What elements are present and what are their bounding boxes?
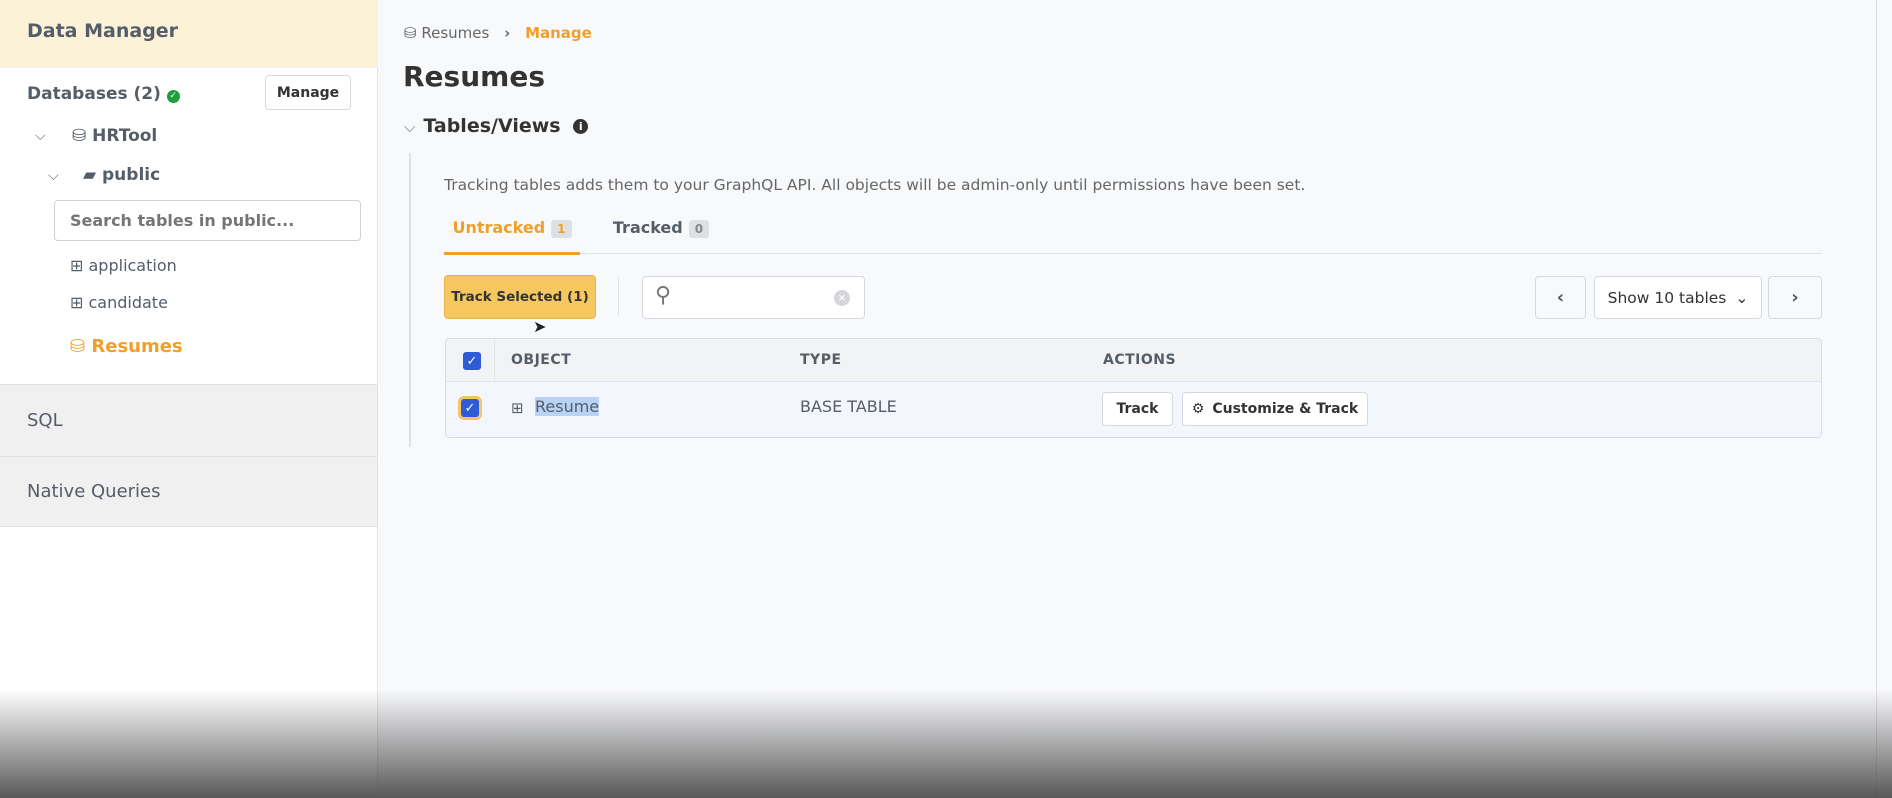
item-label: Resumes bbox=[91, 336, 183, 357]
table-icon: ⊞ bbox=[70, 293, 84, 312]
sidebar-section-native-queries[interactable]: Native Queries bbox=[0, 456, 377, 527]
button-label: Customize & Track bbox=[1212, 401, 1359, 417]
sidebar-title: Data Manager bbox=[0, 0, 378, 68]
section-title: Tables/Views bbox=[423, 115, 561, 137]
page-title: Resumes bbox=[403, 60, 545, 93]
object-type: BASE TABLE bbox=[800, 397, 897, 416]
page-size-value: Show 10 tables bbox=[1607, 288, 1727, 307]
tab-untracked[interactable]: Untracked 1 bbox=[444, 218, 580, 255]
schema-item-public[interactable]: ▰ public bbox=[83, 165, 160, 185]
column-object: OBJECT bbox=[511, 352, 572, 368]
track-selected-button[interactable]: Track Selected (1) bbox=[444, 275, 596, 319]
table-name: application bbox=[88, 256, 177, 275]
object-search-input[interactable]: ⚲ × bbox=[642, 276, 865, 319]
search-icon: ⚲ bbox=[655, 283, 672, 308]
sidebar-table-application[interactable]: ⊞ application bbox=[70, 256, 177, 275]
clear-icon[interactable]: × bbox=[834, 290, 850, 306]
breadcrumb-manage[interactable]: Manage bbox=[525, 24, 592, 42]
database-icon: ⛁ bbox=[70, 336, 86, 357]
databases-label: Databases (2) ✓ bbox=[27, 84, 180, 104]
table-icon: ⊞ bbox=[70, 256, 84, 275]
sidebar-section-sql[interactable]: SQL bbox=[0, 384, 377, 456]
customize-track-button[interactable]: ⚙ Customize & Track bbox=[1182, 392, 1368, 426]
breadcrumb-resumes[interactable]: Resumes bbox=[421, 24, 489, 42]
chevron-down-icon[interactable]: ⌵ bbox=[35, 128, 46, 144]
gear-icon: ⚙ bbox=[1191, 401, 1205, 417]
sidebar-table-candidate[interactable]: ⊞ candidate bbox=[70, 293, 168, 312]
tab-tracked[interactable]: Tracked 0 bbox=[596, 218, 726, 255]
table-search-input[interactable] bbox=[54, 200, 361, 241]
table-icon: ⊞ bbox=[511, 399, 524, 417]
chevron-down-icon: ⌵ bbox=[404, 118, 416, 136]
tables-views-toggle[interactable]: ⌵ Tables/Views i bbox=[404, 115, 589, 137]
tables-table: ✓ OBJECT TYPE ACTIONS ✓ ⊞ Resume BASE TA… bbox=[445, 338, 1822, 438]
table-row: ✓ ⊞ Resume BASE TABLE Track ⚙ Customize &… bbox=[446, 382, 1821, 437]
db-name: HRTool bbox=[92, 126, 158, 146]
select-all-checkbox[interactable]: ✓ bbox=[463, 352, 481, 370]
folder-open-icon: ▰ bbox=[83, 165, 97, 185]
sidebar-item-resumes[interactable]: ⛁ Resumes bbox=[70, 336, 183, 357]
breadcrumb: ⛁ Resumes › Manage bbox=[404, 24, 592, 42]
table-name: candidate bbox=[88, 293, 168, 312]
database-icon: ⛁ bbox=[72, 126, 87, 146]
info-icon[interactable]: i bbox=[573, 119, 589, 134]
chevron-right-icon: › bbox=[504, 24, 511, 42]
row-checkbox[interactable]: ✓ bbox=[461, 399, 479, 417]
manage-button[interactable]: Manage bbox=[265, 75, 351, 110]
bottom-shadow bbox=[0, 690, 1892, 798]
scrollbar-edge bbox=[1876, 0, 1877, 798]
next-page-button[interactable]: › bbox=[1768, 276, 1822, 319]
toolbar-divider bbox=[618, 278, 619, 316]
tab-count-badge: 1 bbox=[551, 220, 572, 238]
chevron-down-icon: ⌄ bbox=[1735, 288, 1749, 307]
table-header: ✓ OBJECT TYPE ACTIONS bbox=[446, 339, 1821, 382]
track-button[interactable]: Track bbox=[1102, 392, 1173, 426]
chevron-right-icon: › bbox=[1791, 287, 1799, 308]
database-icon: ⛁ bbox=[404, 24, 417, 42]
chevron-left-icon: ‹ bbox=[1556, 287, 1565, 308]
description: Tracking tables adds them to your GraphQ… bbox=[444, 176, 1306, 194]
databases-count: Databases (2) bbox=[27, 84, 161, 104]
chevron-down-icon[interactable]: ⌵ bbox=[48, 168, 59, 184]
sidebar: Data Manager Databases (2) ✓ Manage ⌵ ⛁ … bbox=[0, 0, 378, 798]
schema-name: public bbox=[102, 165, 161, 185]
connected-check-icon: ✓ bbox=[166, 90, 180, 103]
prev-page-button[interactable]: ‹ bbox=[1535, 276, 1586, 319]
section-border bbox=[409, 153, 411, 447]
column-actions: ACTIONS bbox=[1103, 352, 1177, 368]
tab-count-badge: 0 bbox=[688, 220, 710, 238]
db-item-hrtool[interactable]: ⛁ HRTool bbox=[72, 126, 157, 146]
column-type: TYPE bbox=[800, 352, 842, 368]
page-size-select[interactable]: Show 10 tables ⌄ bbox=[1594, 276, 1762, 319]
mouse-cursor: ➤ bbox=[533, 317, 547, 336]
tab-label: Untracked bbox=[452, 218, 546, 237]
object-name[interactable]: Resume bbox=[535, 397, 600, 416]
tab-label: Tracked bbox=[612, 218, 683, 237]
